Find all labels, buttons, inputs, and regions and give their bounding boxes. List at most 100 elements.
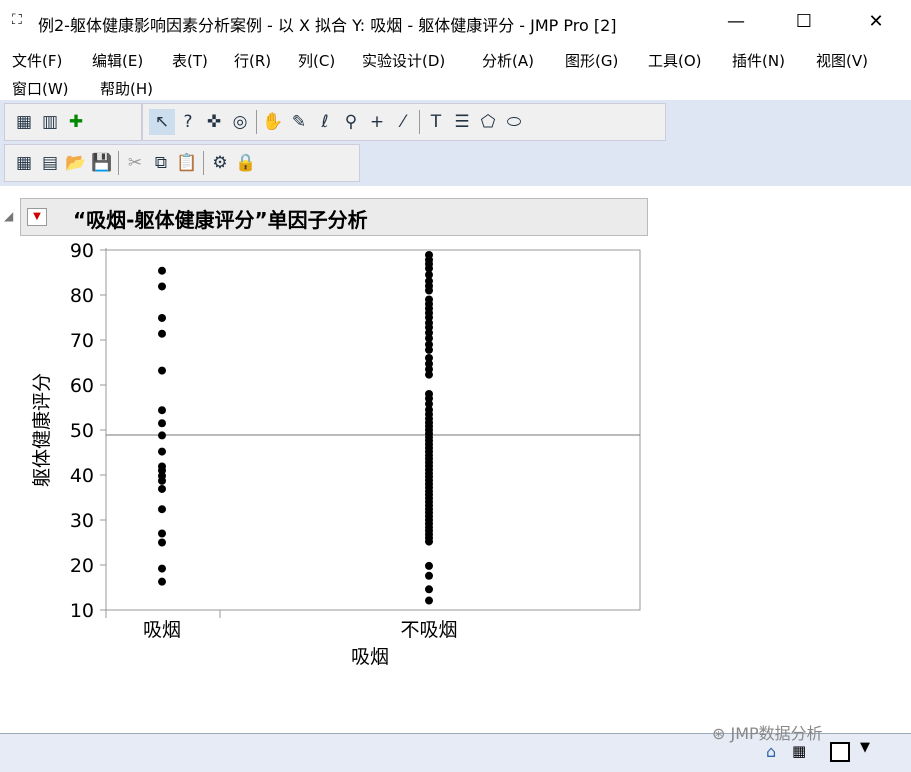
- data-point: [425, 530, 433, 539]
- x-tick-label: 不吸烟: [400, 619, 457, 641]
- lines-icon[interactable]: ☰: [449, 109, 475, 135]
- data-point: [425, 399, 433, 408]
- data-point: [425, 300, 433, 308]
- toolbar-area: ▦ ▥ ✚ ↖ ? ✜ ◎ ✋ ✎ ℓ ⚲ + ⁄ T ☰ ⬠ ⬭ ▦ ▤ 📂 …: [0, 100, 911, 186]
- data-point: [425, 537, 433, 546]
- ellipse-icon[interactable]: ⬭: [501, 109, 527, 135]
- menu-graph[interactable]: 图形(G): [565, 50, 618, 71]
- hand-icon[interactable]: ✋: [260, 109, 286, 135]
- data-point: [158, 564, 166, 573]
- data-point: [425, 487, 433, 496]
- data-point: [425, 250, 433, 259]
- menu-rows[interactable]: 行(R): [234, 50, 271, 71]
- new-script-icon[interactable]: ▤: [37, 150, 63, 176]
- separator: [203, 151, 204, 175]
- data-point: [425, 282, 433, 290]
- data-point: [158, 577, 166, 586]
- data-point: [158, 313, 166, 322]
- menu-file[interactable]: 文件(F): [12, 50, 62, 71]
- menu-addins[interactable]: 插件(N): [732, 50, 785, 71]
- data-point: [425, 318, 433, 327]
- crosshair-icon[interactable]: ✜: [201, 109, 227, 135]
- menu-edit[interactable]: 编辑(E): [92, 50, 143, 71]
- separator: [118, 151, 119, 175]
- menu-analyze[interactable]: 分析(A): [482, 50, 534, 71]
- copy-icon[interactable]: ⧉: [148, 150, 174, 176]
- settings-icon[interactable]: ⚙: [207, 150, 233, 176]
- data-table-icon[interactable]: ▦: [11, 109, 37, 135]
- lasso-icon[interactable]: ℓ: [312, 109, 338, 135]
- lock-icon[interactable]: 🔒: [233, 150, 259, 176]
- separator: [256, 110, 257, 134]
- y-tick-label: 30: [70, 510, 94, 532]
- data-point: [425, 523, 433, 532]
- data-point: [425, 304, 433, 313]
- data-point: [425, 494, 433, 503]
- close-button[interactable]: ✕: [856, 8, 896, 36]
- menu-window[interactable]: 窗口(W): [12, 78, 69, 99]
- x-axis-label: 吸烟: [351, 646, 389, 668]
- data-point: [158, 466, 166, 475]
- watermark-text: JMP数据分析: [730, 724, 823, 743]
- data-point: [425, 561, 433, 570]
- data-point: [425, 498, 433, 506]
- data-point: [158, 471, 166, 480]
- table-icon[interactable]: ▦: [792, 742, 806, 760]
- menu-help[interactable]: 帮助(H): [100, 78, 153, 99]
- data-point: [425, 418, 433, 427]
- data-point: [425, 255, 433, 264]
- data-point: [425, 505, 433, 514]
- brush-icon[interactable]: ✎: [286, 109, 312, 135]
- data-point: [158, 538, 166, 547]
- disclosure-triangle-icon[interactable]: ◢: [4, 209, 13, 223]
- report-icon[interactable]: ▥: [37, 109, 63, 135]
- cut-icon[interactable]: ✂: [122, 150, 148, 176]
- data-point: [425, 270, 433, 279]
- target-icon[interactable]: ◎: [227, 109, 253, 135]
- data-point: [425, 264, 433, 273]
- dropdown-icon[interactable]: ▼: [860, 740, 870, 755]
- save-icon[interactable]: 💾: [89, 150, 115, 176]
- maximize-button[interactable]: ☐: [784, 8, 824, 36]
- status-bar: ⊛ JMP数据分析 ⌂ ▦ ▼: [0, 724, 911, 772]
- data-point: [425, 365, 433, 374]
- data-point: [425, 476, 433, 485]
- window-title: 例2-躯体健康影响因素分析案例 - 以 X 拟合 Y: 吸烟 - 躯体健康评分 …: [38, 16, 617, 35]
- window-icon[interactable]: [830, 742, 850, 762]
- plus-icon[interactable]: +: [364, 109, 390, 135]
- data-point: [425, 345, 433, 354]
- data-point: [158, 366, 166, 375]
- data-point: [425, 440, 433, 449]
- data-point: [425, 405, 433, 414]
- menu-doe[interactable]: 实验设计(D): [362, 50, 445, 71]
- menu-tools[interactable]: 工具(O): [648, 50, 702, 71]
- paste-icon[interactable]: 📋: [174, 150, 200, 176]
- magnifier-icon[interactable]: ⚲: [338, 109, 364, 135]
- data-point: [425, 433, 433, 442]
- open-icon[interactable]: 📂: [63, 150, 89, 176]
- arrow-select-icon[interactable]: ↖: [149, 109, 175, 135]
- data-point: [158, 282, 166, 291]
- toolbar-file: ▦ ▤ 📂 💾 ✂ ⧉ 📋 ⚙ 🔒: [4, 144, 360, 182]
- home-icon[interactable]: ⌂: [766, 742, 776, 761]
- text-icon[interactable]: T: [423, 109, 449, 135]
- data-point: [425, 313, 433, 322]
- minimize-button[interactable]: —: [716, 8, 756, 36]
- ruler-icon[interactable]: ⁄: [390, 109, 416, 135]
- polygon-icon[interactable]: ⬠: [475, 109, 501, 135]
- data-point: [425, 328, 433, 337]
- red-triangle-menu-icon[interactable]: ▼: [27, 208, 47, 226]
- menu-view[interactable]: 视图(V): [816, 50, 868, 71]
- new-table-icon[interactable]: ▦: [11, 150, 37, 176]
- plot-frame: [105, 249, 641, 611]
- y-tick-label: 70: [70, 330, 94, 352]
- data-point: [425, 295, 433, 304]
- help-icon[interactable]: ?: [175, 109, 201, 135]
- data-point: [158, 447, 166, 456]
- add-icon[interactable]: ✚: [63, 109, 89, 135]
- data-point: [425, 451, 433, 460]
- menu-table[interactable]: 表(T): [172, 50, 208, 71]
- menu-cols[interactable]: 列(C): [298, 50, 335, 71]
- data-point: [425, 429, 433, 438]
- report-outline-header: ▼ “吸烟-躯体健康评分”单因子分析: [20, 198, 648, 236]
